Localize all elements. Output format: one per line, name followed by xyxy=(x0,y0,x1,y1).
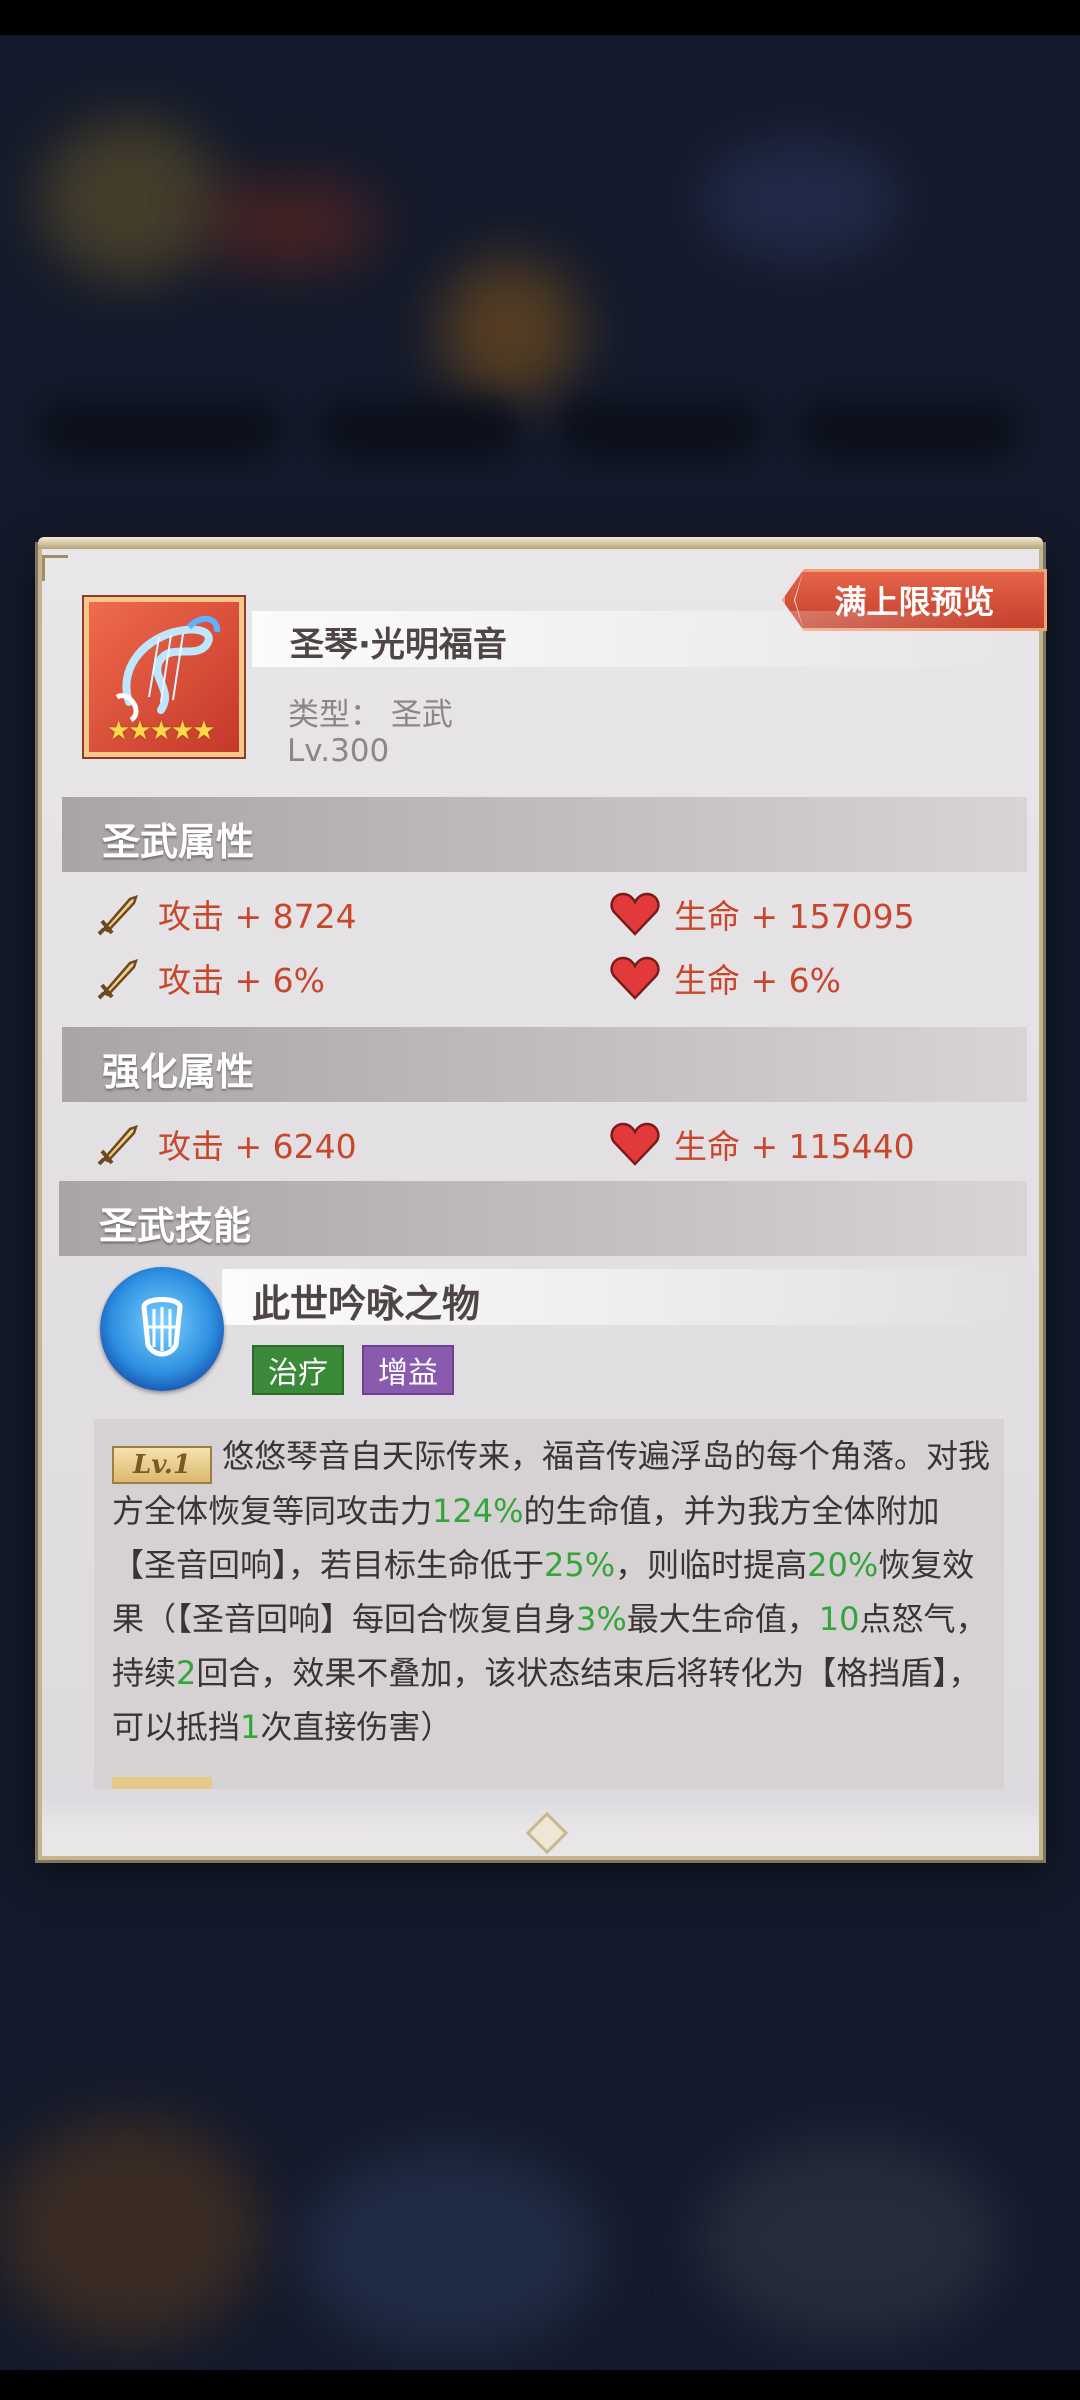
stat-row: 攻击 + 6% xyxy=(92,953,325,1003)
bg-bar xyxy=(560,400,760,460)
desc-value: 1 xyxy=(240,1708,261,1746)
stat-label: 生命 + 157095 xyxy=(674,897,915,936)
sword-icon xyxy=(92,953,146,1003)
sword-icon xyxy=(92,889,146,939)
section-enhance-attributes: 强化属性 xyxy=(62,1027,1027,1102)
stat-row: 攻击 + 6240 xyxy=(92,1119,357,1169)
bg-blob xyxy=(700,2140,1000,2340)
heart-icon xyxy=(608,889,662,939)
sword-icon xyxy=(92,1119,146,1169)
bg-bar xyxy=(40,400,280,460)
desc-value: 25% xyxy=(544,1546,616,1584)
stat-label: 攻击 + 8724 xyxy=(158,897,357,936)
tag-heal: 治疗 xyxy=(252,1345,344,1395)
bg-blob xyxy=(300,2150,600,2350)
section-title: 圣武技能 xyxy=(99,1204,252,1248)
skill-name: 此世吟咏之物 xyxy=(252,1282,481,1326)
stat-row: 生命 + 115440 xyxy=(608,1119,915,1169)
desc-value: 2 xyxy=(176,1654,197,1692)
bg-bar xyxy=(320,400,520,460)
panel-top-border xyxy=(38,537,1043,549)
bg-blob xyxy=(0,2120,260,2340)
corner-ornament xyxy=(42,555,68,581)
rarity-stars: ★★★★★ xyxy=(107,716,216,746)
holy-weapon-detail-panel: 满上限预览 ★★★★★ 圣琴·光明福音 类型： 圣武 Lv.300 圣武属性 攻… xyxy=(38,537,1047,1860)
bg-blob xyxy=(200,180,380,270)
next-level-badge-partial xyxy=(112,1777,212,1789)
stat-label: 攻击 + 6240 xyxy=(158,1127,357,1166)
desc-value: 3% xyxy=(576,1600,627,1638)
desc-text: 次直接伤害） xyxy=(260,1708,453,1746)
bg-blob xyxy=(40,120,220,280)
stat-label: 生命 + 115440 xyxy=(674,1127,915,1166)
section-holy-weapon-skill: 圣武技能 xyxy=(59,1181,1027,1256)
desc-value: 10 xyxy=(818,1600,860,1638)
navigation-bar-area xyxy=(0,2370,1080,2400)
bg-bar xyxy=(800,400,1020,460)
bottom-diamond-ornament xyxy=(525,1811,569,1855)
stat-row: 生命 + 6% xyxy=(608,953,841,1003)
skill-description-box[interactable]: Lv.1 悠悠琴音自天际传来，福音传遍浮岛的每个角落。对我方全体恢复等同攻击力12… xyxy=(94,1419,1004,1789)
bg-blob xyxy=(700,140,900,260)
desc-value: 20% xyxy=(807,1546,879,1584)
desc-text: ，则临时提高 xyxy=(615,1546,808,1584)
skill-harp-icon xyxy=(100,1267,224,1391)
section-base-attributes: 圣武属性 xyxy=(62,797,1027,872)
item-type: 类型： 圣武 xyxy=(288,697,453,733)
panel-bottom-fade xyxy=(42,1796,1039,1856)
heart-icon xyxy=(608,1119,662,1169)
skill-description: Lv.1 悠悠琴音自天际传来，福音传遍浮岛的每个角落。对我方全体恢复等同攻击力12… xyxy=(112,1429,992,1754)
desc-text: 最大生命值， xyxy=(626,1600,819,1638)
tag-buff: 增益 xyxy=(362,1345,454,1395)
item-name: 圣琴·光明福音 xyxy=(290,625,507,665)
status-bar-area xyxy=(0,0,1080,35)
stat-label: 攻击 + 6% xyxy=(158,961,325,1000)
stat-row: 攻击 + 8724 xyxy=(92,889,357,939)
stat-row: 生命 + 157095 xyxy=(608,889,915,939)
stat-label: 生命 + 6% xyxy=(674,961,841,1000)
bg-blob xyxy=(440,260,580,400)
item-level: Lv.300 xyxy=(287,733,390,769)
skill-level-badge: Lv.1 xyxy=(112,1446,212,1484)
heart-icon xyxy=(608,953,662,1003)
holy-weapon-icon: ★★★★★ xyxy=(84,597,244,757)
section-title: 强化属性 xyxy=(102,1050,255,1094)
desc-value: 124% xyxy=(432,1492,524,1530)
section-title: 圣武属性 xyxy=(102,820,255,864)
